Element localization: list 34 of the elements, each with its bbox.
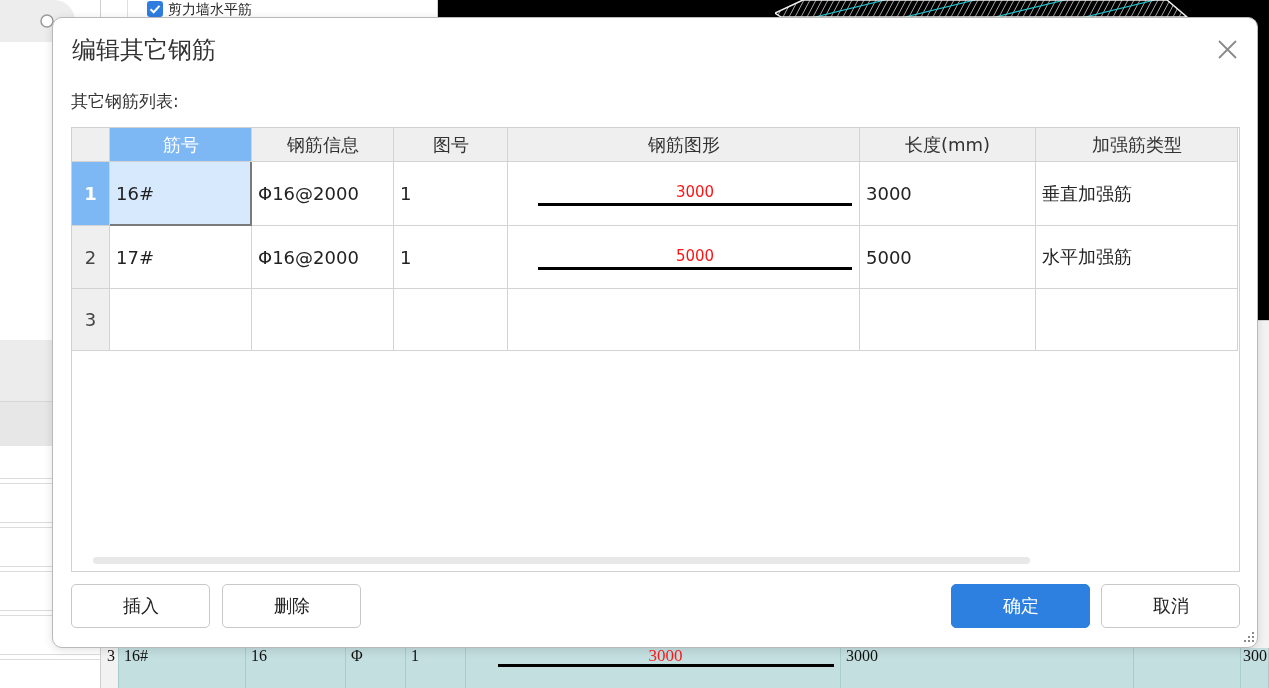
- dialog-title: 编辑其它钢筋: [71, 34, 216, 66]
- table-cell[interactable]: Φ16@2000: [252, 162, 394, 226]
- checkbox-icon[interactable]: [147, 0, 163, 17]
- column-header[interactable]: 钢筋图形: [508, 128, 860, 162]
- shape-length-text: 3000: [675, 183, 715, 201]
- list-label: 其它钢筋列表:: [71, 90, 180, 112]
- table-cell[interactable]: Φ16@2000: [252, 226, 394, 289]
- rebar-line-icon: [497, 664, 834, 667]
- column-header[interactable]: 钢筋信息: [252, 128, 394, 162]
- table-cell[interactable]: 3000: [860, 162, 1036, 226]
- table-cell[interactable]: 17#: [110, 226, 252, 289]
- layer-label: 剪力墙水平筋: [168, 0, 252, 17]
- rebar-line-icon: [538, 203, 852, 206]
- dialog-button[interactable]: 确定: [951, 584, 1090, 628]
- table-cell[interactable]: 1: [394, 226, 508, 289]
- table-cell[interactable]: 水平加强筋: [1036, 226, 1238, 289]
- row-header[interactable]: 3: [72, 289, 110, 351]
- column-header[interactable]: 加强筋类型: [1036, 128, 1238, 162]
- shape-length-text: 5000: [675, 246, 715, 265]
- close-icon: [1218, 40, 1237, 59]
- row-header[interactable]: 2: [72, 226, 110, 289]
- dialog-button[interactable]: 取消: [1101, 584, 1240, 628]
- column-header[interactable]: 图号: [394, 128, 508, 162]
- shape-length-text: 3000: [648, 648, 683, 664]
- table-cell[interactable]: 1: [394, 162, 508, 226]
- column-header[interactable]: 长度(mm): [860, 128, 1036, 162]
- table-cell[interactable]: 垂直加强筋: [1036, 162, 1238, 226]
- table-cell[interactable]: 16#: [110, 162, 252, 226]
- dialog-button[interactable]: 删除: [222, 584, 361, 628]
- rebar-line-icon: [538, 266, 852, 270]
- table-cell[interactable]: 5000: [860, 226, 1036, 289]
- header-corner[interactable]: [72, 128, 110, 162]
- dialog-button[interactable]: 插入: [71, 584, 210, 628]
- resize-grip-icon[interactable]: [1243, 631, 1255, 643]
